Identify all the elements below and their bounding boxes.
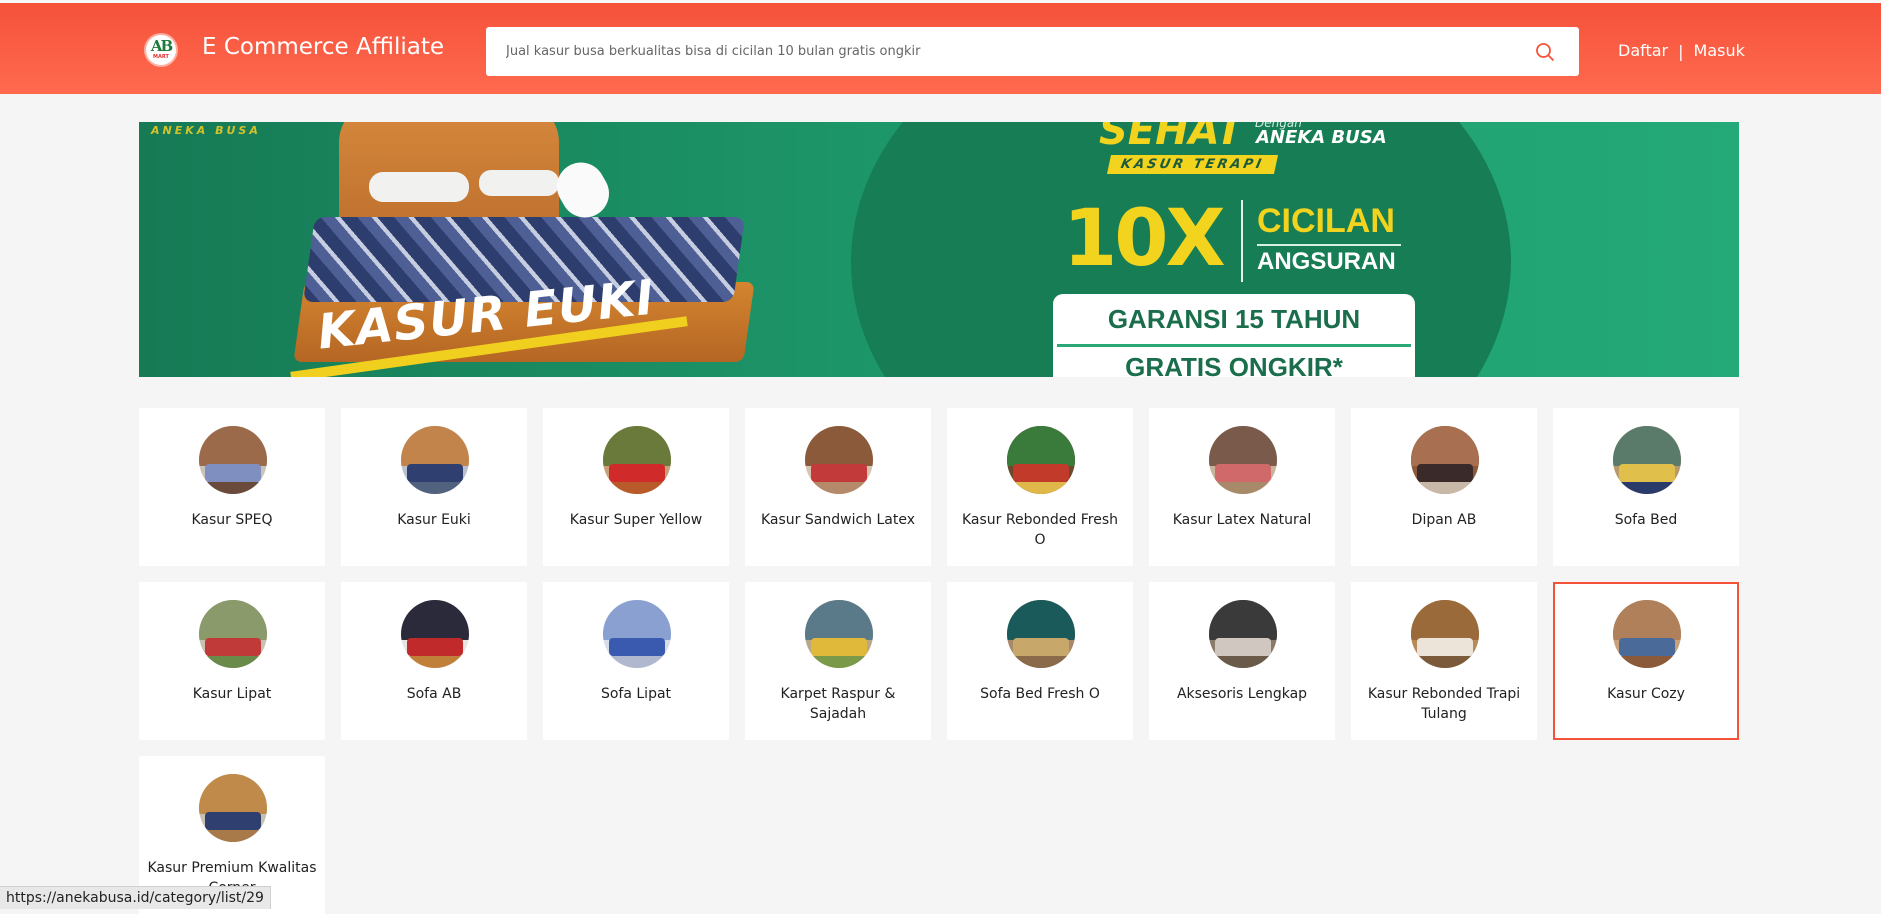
- banner-box-line: [1057, 344, 1411, 347]
- category-label: Kasur Lipat: [192, 686, 272, 702]
- category-card-kasur-cozy[interactable]: Kasur Cozy: [1553, 582, 1739, 740]
- category-card-aksesoris-lengkap[interactable]: Aksesoris Lengkap: [1149, 582, 1335, 740]
- category-card-kasur-sandwich-latex[interactable]: Kasur Sandwich Latex: [745, 408, 931, 566]
- banner-10x: 10X: [1063, 194, 1226, 284]
- auth-links: Daftar | Masuk: [1618, 41, 1745, 61]
- category-thumbnail: [603, 426, 671, 494]
- banner-garansi: GARANSI 15 TAHUN: [1107, 304, 1361, 334]
- category-label: Kasur Cozy: [1607, 686, 1685, 702]
- category-card-dipan-ab[interactable]: Dipan AB: [1351, 408, 1537, 566]
- category-thumbnail: [1411, 426, 1479, 494]
- category-card-kasur-euki[interactable]: Kasur Euki: [341, 408, 527, 566]
- category-card-sofa-bed-fresh-o[interactable]: Sofa Bed Fresh O: [947, 582, 1133, 740]
- category-label: Kasur Sandwich Latex: [761, 512, 915, 528]
- category-thumbnail: [1411, 600, 1479, 668]
- category-label: Kasur SPEQ: [191, 512, 273, 528]
- banner-divider: [1241, 200, 1243, 282]
- category-thumbnail: [1613, 426, 1681, 494]
- banner-sehat: SEHAT: [1099, 122, 1244, 154]
- category-card-kasur-rebonded-trapi-tulang[interactable]: Kasur Rebonded Trapi Tulang: [1351, 582, 1537, 740]
- category-label: Karpet Raspur & Sajadah: [780, 686, 896, 722]
- top-header: AB MART E Commerce Affiliate Daftar | Masu…: [0, 0, 1881, 94]
- category-thumbnail: [199, 774, 267, 842]
- category-label: Sofa Lipat: [600, 686, 672, 702]
- category-thumbnail: [1613, 600, 1681, 668]
- category-label: Sofa Bed: [1614, 512, 1678, 528]
- category-thumbnail: [603, 600, 671, 668]
- category-thumbnail: [805, 426, 873, 494]
- logo-subtext: MART: [153, 54, 169, 60]
- category-card-kasur-latex-natural[interactable]: Kasur Latex Natural: [1149, 408, 1335, 566]
- banner-line: [1257, 244, 1401, 246]
- category-card-kasur-rebonded-fresh-o[interactable]: Kasur Rebonded Fresh O: [947, 408, 1133, 566]
- category-card-sofa-ab[interactable]: Sofa AB: [341, 582, 527, 740]
- category-thumbnail: [199, 426, 267, 494]
- brand-title[interactable]: E Commerce Affiliate: [202, 34, 444, 60]
- logo-letters: AB: [150, 37, 173, 55]
- category-label: Dipan AB: [1411, 512, 1477, 528]
- pillow-image: [369, 172, 469, 202]
- banner-brand: ANEKA BUSA: [1256, 127, 1387, 148]
- auth-separator: |: [1678, 42, 1684, 61]
- category-thumbnail: [199, 600, 267, 668]
- search-input[interactable]: [486, 27, 1506, 76]
- category-card-kasur-super-yellow[interactable]: Kasur Super Yellow: [543, 408, 729, 566]
- category-label: Kasur Latex Natural: [1172, 512, 1312, 528]
- logo-icon[interactable]: AB MART: [146, 35, 176, 65]
- search-icon[interactable]: [1535, 42, 1555, 62]
- register-link[interactable]: Daftar: [1618, 41, 1668, 60]
- category-card-karpet-raspur-sajadah[interactable]: Karpet Raspur & Sajadah: [745, 582, 931, 740]
- category-label: Sofa Bed Fresh O: [980, 686, 1100, 702]
- login-link[interactable]: Masuk: [1694, 41, 1745, 60]
- category-card-kasur-speq[interactable]: Kasur SPEQ: [139, 408, 325, 566]
- category-label: Kasur Rebonded Fresh O: [961, 512, 1119, 548]
- promo-banner[interactable]: ANEKA BUSA KASUR EUKI SEHAT Dengan ANEKA…: [139, 122, 1739, 377]
- category-thumbnail: [805, 600, 873, 668]
- banner-tag: ANEKA BUSA: [151, 124, 261, 137]
- category-thumbnail: [401, 600, 469, 668]
- category-thumbnail: [1209, 426, 1277, 494]
- banner-cicilan: CICILAN: [1257, 202, 1395, 240]
- search-bar: [486, 27, 1579, 76]
- category-card-kasur-lipat[interactable]: Kasur Lipat: [139, 582, 325, 740]
- category-thumbnail: [1209, 600, 1277, 668]
- category-card-sofa-bed[interactable]: Sofa Bed: [1553, 408, 1739, 566]
- category-thumbnail: [1007, 600, 1075, 668]
- banner-gratis: GRATIS ONGKIR*: [1125, 352, 1343, 377]
- category-thumbnail: [401, 426, 469, 494]
- banner-angsuran: ANGSURAN: [1257, 248, 1396, 275]
- category-label: Kasur Rebonded Trapi Tulang: [1367, 686, 1521, 722]
- category-label: Kasur Super Yellow: [569, 512, 703, 528]
- banner-terapi: KASUR TERAPI: [1106, 155, 1278, 174]
- status-bar-url: https://anekabusa.id/category/list/29: [0, 886, 271, 909]
- banner-guarantee-box: GARANSI 15 TAHUN GRATIS ONGKIR*: [1053, 294, 1415, 377]
- category-label: Sofa AB: [406, 686, 462, 702]
- category-label: Kasur Euki: [397, 512, 471, 528]
- category-label: Aksesoris Lengkap: [1176, 686, 1308, 702]
- pillow-image: [479, 170, 559, 196]
- category-thumbnail: [1007, 426, 1075, 494]
- category-card-sofa-lipat[interactable]: Sofa Lipat: [543, 582, 729, 740]
